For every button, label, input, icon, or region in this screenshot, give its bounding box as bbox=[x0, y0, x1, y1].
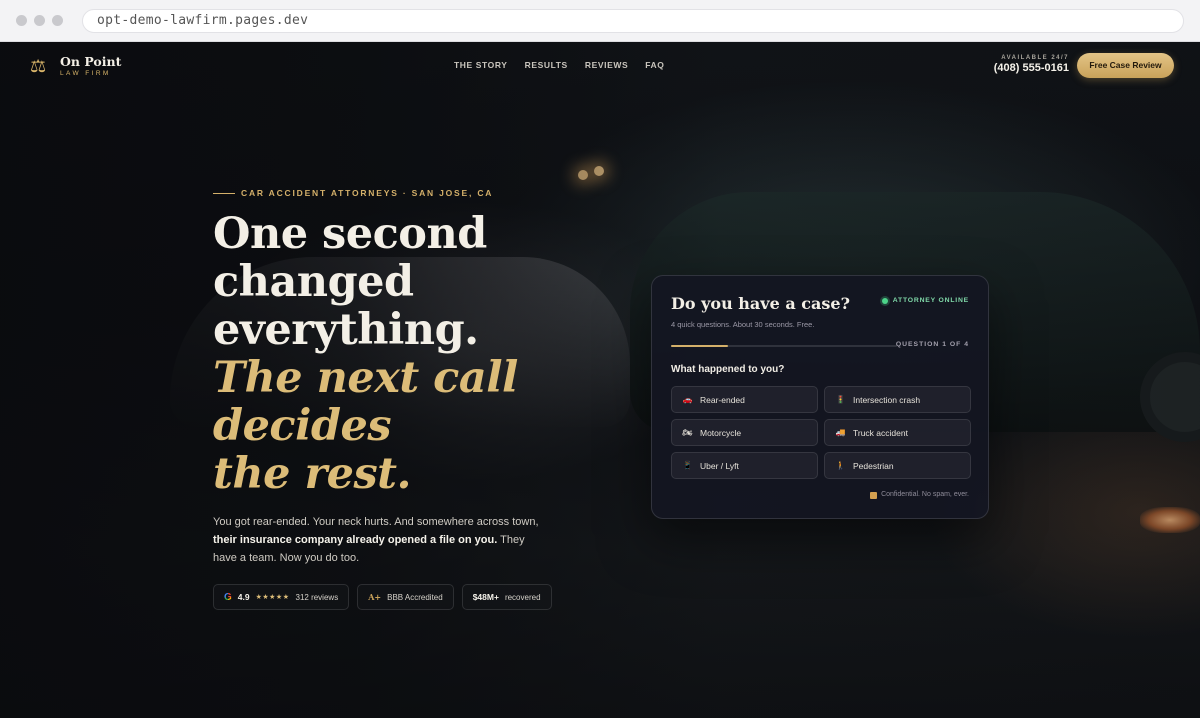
answer-options: 🚗 Rear-ended 🚦 Intersection crash 🏍 Moto… bbox=[671, 386, 971, 479]
trust-badges: G 4.9 ★★★★★ 312 reviews A+ BBB Accredite… bbox=[213, 584, 552, 610]
attorney-online-status: ATTORNEY ONLINE bbox=[881, 297, 969, 304]
truck-icon: 🚚 bbox=[835, 428, 846, 437]
review-count: 312 reviews bbox=[295, 592, 339, 602]
confidential-text: Confidential. No spam, ever. bbox=[881, 491, 969, 498]
rating-value: 4.9 bbox=[237, 592, 250, 602]
window-close-dot[interactable] bbox=[16, 15, 27, 26]
option-pedestrian[interactable]: 🚶 Pedestrian bbox=[824, 452, 971, 479]
headline-line: changed bbox=[213, 257, 414, 307]
recovered-badge: $48M+ recovered bbox=[461, 584, 552, 610]
logo[interactable]: ⚖ On Point LAW FIRM bbox=[30, 54, 121, 77]
nav-reviews[interactable]: REVIEWS bbox=[585, 60, 628, 70]
option-label: Rear-ended bbox=[700, 394, 745, 405]
hero-body-intro: You got rear-ended. Your neck hurts. And… bbox=[213, 516, 539, 528]
browser-chrome: opt-demo-lawfirm.pages.dev bbox=[0, 0, 1200, 42]
address-bar[interactable]: opt-demo-lawfirm.pages.dev bbox=[82, 9, 1184, 33]
bbb-label: BBB Accredited bbox=[387, 592, 443, 602]
headline-accent-line: the rest. bbox=[213, 449, 412, 499]
confidential-note: Confidential. No spam, ever. bbox=[870, 491, 969, 499]
online-status-dot-icon bbox=[881, 297, 888, 304]
nav-the-story[interactable]: THE STORY bbox=[454, 60, 508, 70]
pedestrian-icon: 🚶 bbox=[835, 461, 846, 470]
hero-body-emphasis: their insurance company already opened a… bbox=[213, 534, 498, 546]
option-uber-lyft[interactable]: 📱 Uber / Lyft bbox=[671, 452, 818, 479]
card-subtitle: 4 quick questions. About 30 seconds. Fre… bbox=[671, 320, 815, 329]
logo-subtitle: LAW FIRM bbox=[60, 70, 111, 77]
rating-stars: ★★★★★ bbox=[255, 594, 290, 601]
hero-eyebrow: CAR ACCIDENT ATTORNEYS · SAN JOSE, CA bbox=[213, 188, 493, 198]
eyebrow-text: CAR ACCIDENT ATTORNEYS · SAN JOSE, CA bbox=[241, 188, 494, 198]
google-rating-badge: G 4.9 ★★★★★ 312 reviews bbox=[213, 584, 350, 610]
phone-number[interactable]: (408) 555-0161 bbox=[994, 62, 1069, 74]
nav-results[interactable]: RESULTS bbox=[525, 60, 568, 70]
option-label: Motorcycle bbox=[700, 427, 742, 438]
window-minimize-dot[interactable] bbox=[34, 15, 45, 26]
option-motorcycle[interactable]: 🏍 Motorcycle bbox=[671, 419, 818, 446]
bbb-badge: A+ BBB Accredited bbox=[357, 584, 454, 610]
recovered-label: recovered bbox=[504, 592, 541, 602]
option-label: Truck accident bbox=[853, 427, 908, 438]
hero-body: You got rear-ended. Your neck hurts. And… bbox=[213, 513, 543, 567]
car-icon: 🚗 bbox=[682, 395, 693, 404]
traffic-light-icon: 🚦 bbox=[835, 395, 846, 404]
option-intersection-crash[interactable]: 🚦 Intersection crash bbox=[824, 386, 971, 413]
headline-line: everything. bbox=[213, 305, 479, 355]
hero-headline: One second changed everything. bbox=[213, 210, 487, 354]
question-progress-bar bbox=[671, 345, 897, 347]
question-progress-fill bbox=[671, 345, 728, 347]
nav-faq[interactable]: FAQ bbox=[645, 60, 664, 70]
free-case-review-button[interactable]: Free Case Review bbox=[1077, 53, 1174, 78]
page-viewport: ⚖ On Point LAW FIRM THE STORY RESULTS RE… bbox=[0, 42, 1200, 718]
hero-overlay bbox=[0, 42, 1200, 718]
window-zoom-dot[interactable] bbox=[52, 15, 63, 26]
option-label: Pedestrian bbox=[853, 460, 894, 471]
headline-line: One second bbox=[213, 209, 487, 259]
question-title: What happened to you? bbox=[671, 364, 785, 375]
bbb-icon: A+ bbox=[368, 592, 382, 602]
main-nav: THE STORY RESULTS REVIEWS FAQ bbox=[454, 60, 665, 70]
headline-accent-line: decides bbox=[213, 401, 392, 451]
question-counter: QUESTION 1 OF 4 bbox=[895, 341, 969, 348]
lock-icon bbox=[870, 492, 878, 499]
phone-contact[interactable]: AVAILABLE 24/7 (408) 555-0161 bbox=[994, 55, 1069, 74]
card-title: Do you have a case? bbox=[671, 294, 850, 313]
motorcycle-icon: 🏍 bbox=[682, 428, 693, 437]
headline-accent-line: The next call bbox=[213, 353, 518, 403]
option-rear-ended[interactable]: 🚗 Rear-ended bbox=[671, 386, 818, 413]
eyebrow-divider bbox=[213, 192, 235, 194]
scales-of-justice-icon: ⚖ bbox=[30, 55, 47, 76]
hero-headline-accent: The next call decides the rest. bbox=[213, 354, 518, 498]
option-label: Uber / Lyft bbox=[700, 460, 739, 471]
option-truck-accident[interactable]: 🚚 Truck accident bbox=[824, 419, 971, 446]
google-icon: G bbox=[224, 591, 232, 603]
logo-name: On Point bbox=[60, 54, 122, 69]
option-label: Intersection crash bbox=[853, 394, 921, 405]
availability-label: AVAILABLE 24/7 bbox=[1001, 55, 1069, 61]
online-status-label: ATTORNEY ONLINE bbox=[892, 297, 969, 304]
case-evaluation-card: Do you have a case? 4 quick questions. A… bbox=[651, 275, 989, 519]
phone-icon: 📱 bbox=[682, 461, 693, 470]
recovered-amount: $48M+ bbox=[472, 592, 499, 602]
